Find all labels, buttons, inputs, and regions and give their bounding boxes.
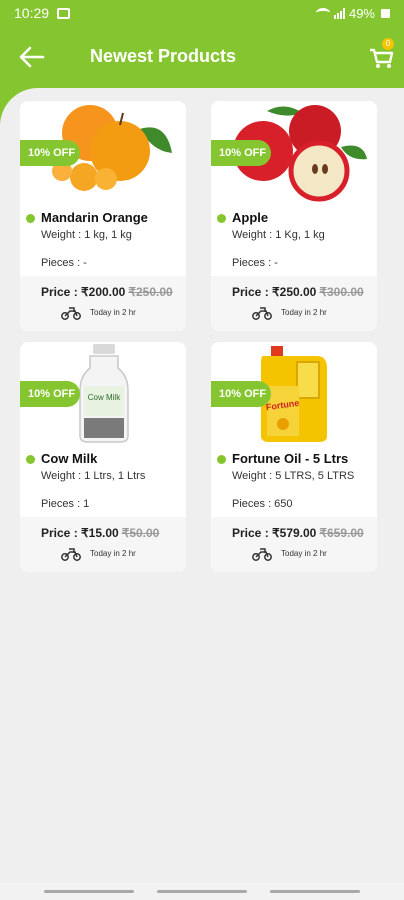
delivery-bike-icon	[61, 307, 81, 320]
discount-badge: 10% OFF	[20, 381, 80, 407]
availability-dot	[217, 214, 226, 223]
product-card[interactable]: Cow Milk 10% OFF Cow Milk Weight : 1 Ltr…	[20, 342, 186, 572]
product-weight: Weight : 1 Ltrs, 1 Ltrs	[41, 470, 146, 482]
availability-dot	[26, 455, 35, 464]
cart-count-badge: 0	[382, 38, 394, 50]
delivery-time: Today in 2 hr	[90, 308, 136, 317]
product-name: Apple	[232, 210, 269, 225]
system-nav-bar	[0, 883, 404, 900]
price-old: ₹300.00	[319, 285, 364, 299]
milk-label-text: Cow Milk	[88, 393, 121, 402]
wifi-icon	[315, 8, 330, 18]
product-name: Mandarin Orange	[41, 210, 148, 225]
product-price: Price : ₹15.00 ₹50.00	[41, 526, 159, 540]
battery-percent: 49%	[348, 5, 375, 21]
status-time: 10:29	[14, 5, 50, 21]
price-current: Price : ₹15.00	[41, 526, 119, 540]
delivery-time: Today in 2 hr	[281, 308, 327, 317]
price-old: ₹50.00	[121, 526, 160, 540]
lock-icon	[381, 8, 390, 18]
product-pieces: Pieces : 650	[232, 498, 293, 510]
image-notification-icon	[57, 7, 71, 19]
nav-recents-handle[interactable]	[44, 890, 134, 893]
discount-badge: 10% OFF	[20, 140, 80, 166]
arrow-left-icon	[19, 46, 45, 68]
price-current: Price : ₹250.00	[232, 285, 317, 299]
product-card[interactable]: 10% OFF Apple Weight : 1 Kg, 1 kg Pieces…	[211, 101, 377, 331]
price-old: ₹250.00	[128, 285, 173, 299]
product-price: Price : ₹250.00 ₹300.00	[232, 285, 364, 299]
nav-home-handle[interactable]	[157, 890, 247, 893]
product-card[interactable]: Fortune 10% OFF Fortune Oil - 5 Ltrs Wei…	[211, 342, 377, 572]
status-bar: 10:29 49%	[0, 0, 404, 26]
discount-badge: 10% OFF	[211, 140, 271, 166]
availability-dot	[26, 214, 35, 223]
price-old: ₹659.00	[319, 526, 364, 540]
nav-back-handle[interactable]	[270, 890, 360, 893]
product-name: Fortune Oil - 5 Ltrs	[232, 451, 349, 466]
delivery-time: Today in 2 hr	[281, 549, 327, 558]
product-weight: Weight : 1 kg, 1 kg	[41, 229, 132, 241]
cart-button[interactable]: 0	[366, 38, 396, 70]
delivery-time: Today in 2 hr	[90, 549, 136, 558]
product-weight: Weight : 1 Kg, 1 kg	[232, 229, 325, 241]
page-title: Newest Products	[90, 46, 237, 66]
delivery-bike-icon	[252, 548, 272, 561]
price-current: Price : ₹579.00	[232, 526, 317, 540]
delivery-bike-icon	[61, 548, 81, 561]
product-name: Cow Milk	[41, 451, 98, 466]
back-button[interactable]	[18, 44, 46, 70]
product-pieces: Pieces : 1	[41, 498, 90, 510]
product-pieces: Pieces : -	[41, 257, 87, 269]
product-price: Price : ₹579.00 ₹659.00	[232, 526, 364, 540]
product-card[interactable]: 10% OFF Mandarin Orange Weight : 1 kg, 1…	[20, 101, 186, 331]
product-pieces: Pieces : -	[232, 257, 278, 269]
product-price: Price : ₹200.00 ₹250.00	[41, 285, 173, 299]
discount-badge: 10% OFF	[211, 381, 271, 407]
delivery-bike-icon	[252, 307, 272, 320]
signal-icon	[333, 7, 345, 19]
availability-dot	[217, 455, 226, 464]
product-weight: Weight : 5 LTRS, 5 LTRS	[232, 470, 355, 482]
status-right: 49%	[315, 5, 390, 21]
price-current: Price : ₹200.00	[41, 285, 126, 299]
